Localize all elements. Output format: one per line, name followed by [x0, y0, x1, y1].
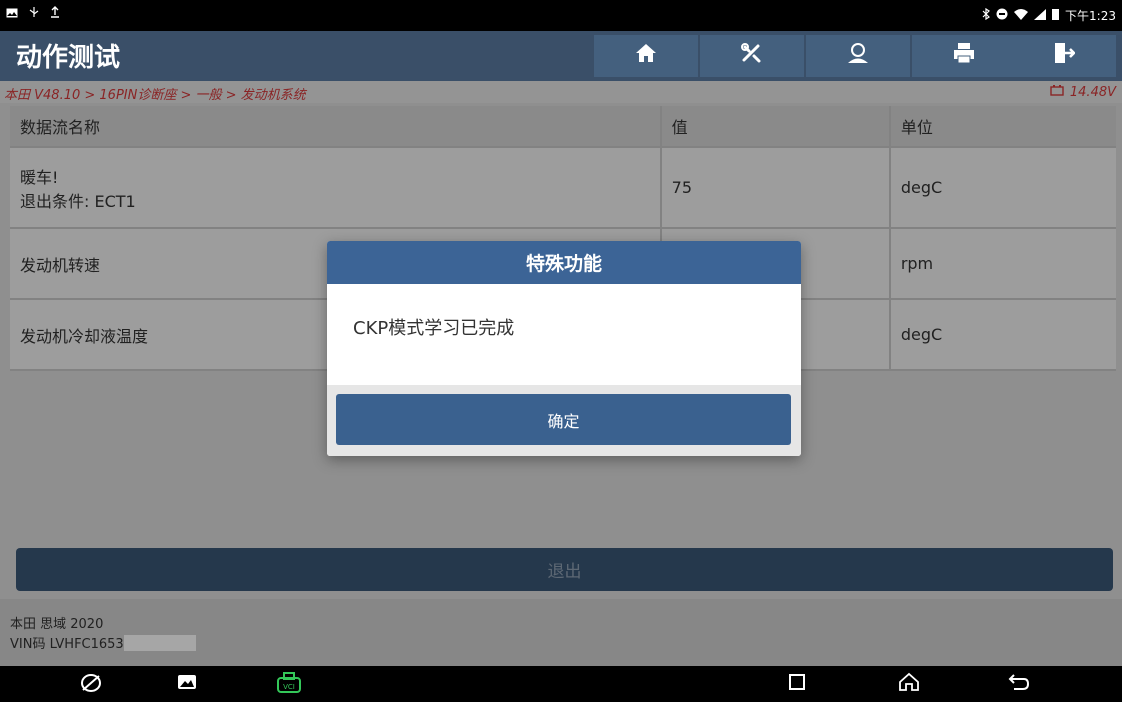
special-function-dialog: 特殊功能 CKP模式学习已完成 确定 [327, 241, 801, 456]
print-button[interactable] [912, 35, 1016, 77]
exit-app-button[interactable] [1012, 35, 1116, 77]
vci-icon[interactable]: VCI [276, 672, 302, 699]
dialog-title: 特殊功能 [327, 241, 801, 284]
usb-icon [28, 6, 40, 21]
launcher-icon[interactable] [80, 672, 102, 699]
image-notification-icon [6, 7, 18, 21]
user-button[interactable] [806, 35, 910, 77]
print-icon [953, 42, 975, 70]
recent-apps-icon[interactable] [788, 672, 806, 696]
gallery-icon[interactable] [176, 672, 198, 697]
diagnostic-tools-button[interactable] [700, 35, 804, 77]
dialog-footer: 确定 [327, 385, 801, 456]
bluetooth-icon [982, 7, 990, 23]
ok-button[interactable]: 确定 [336, 394, 791, 445]
user-icon [846, 42, 870, 70]
status-bar: 下午1:23 [0, 0, 1122, 31]
wifi-icon [1014, 8, 1029, 23]
battery-icon [1052, 8, 1060, 23]
signal-icon [1034, 8, 1047, 23]
title-bar: 动作测试 [0, 31, 1122, 81]
diagnostic-tools-icon [740, 42, 764, 70]
clock: 下午1:23 [1065, 9, 1116, 23]
dnd-icon [996, 8, 1008, 23]
home-button[interactable] [594, 35, 698, 77]
page-title: 动作测试 [16, 43, 121, 73]
svg-text:VCI: VCI [283, 683, 295, 691]
back-icon[interactable] [1008, 672, 1030, 696]
upload-icon [50, 6, 60, 21]
home-icon [635, 43, 657, 69]
system-nav-bar: VCI [0, 666, 1122, 702]
dialog-message: CKP模式学习已完成 [353, 318, 515, 339]
home-nav-icon[interactable] [898, 672, 920, 697]
exit-icon [1053, 42, 1076, 70]
